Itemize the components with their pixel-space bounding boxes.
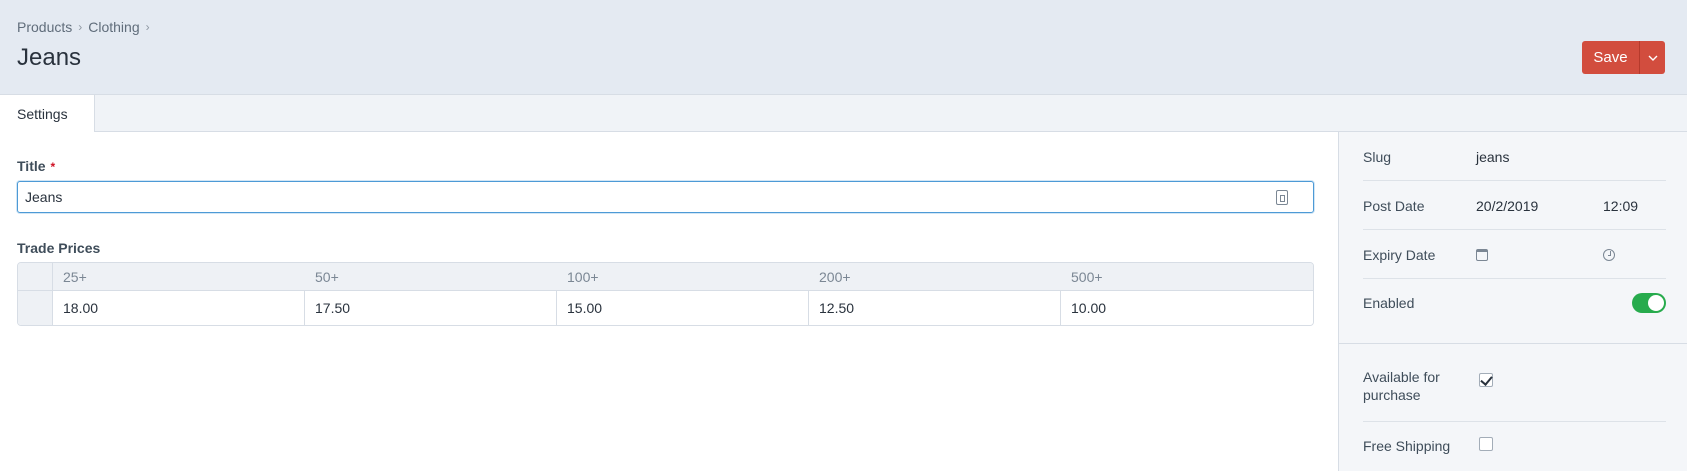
meta-row-expiry-date: Expiry Date	[1363, 230, 1666, 279]
tab-settings[interactable]: Settings	[0, 94, 95, 133]
breadcrumb-item-clothing[interactable]: Clothing	[88, 19, 139, 35]
table-row: 18.00 17.50 15.00 12.50 10.00	[18, 291, 1313, 325]
trade-prices-label: Trade Prices	[17, 240, 101, 256]
free-shipping-checkbox[interactable]	[1479, 437, 1493, 451]
field-info-icon[interactable]	[1276, 190, 1288, 205]
column-header: 100+	[567, 268, 599, 285]
required-indicator: *	[50, 160, 56, 174]
main-content: Title * Trade Prices 25+ 50+ 100+ 200+ 50…	[0, 132, 1338, 471]
post-date-value[interactable]: 20/2/2019	[1476, 198, 1538, 214]
save-options-button[interactable]	[1639, 41, 1665, 74]
trade-prices-table: 25+ 50+ 100+ 200+ 500+ 18.00 17.50 15.00…	[17, 262, 1314, 326]
page-title: Jeans	[17, 44, 82, 71]
clock-icon[interactable]	[1603, 249, 1615, 261]
available-label: Available for purchase	[1363, 369, 1440, 403]
post-date-label: Post Date	[1363, 198, 1425, 214]
free-shipping-label: Free Shipping	[1363, 438, 1451, 454]
breadcrumb: Products › Clothing ›	[17, 19, 156, 35]
page-header: Products › Clothing › Jeans Save	[0, 0, 1687, 95]
calendar-icon[interactable]	[1476, 249, 1488, 261]
column-header: 500+	[1071, 268, 1103, 285]
breadcrumb-item-products[interactable]: Products	[17, 19, 72, 35]
save-button[interactable]: Save	[1582, 41, 1639, 74]
meta-row-slug: Slug jeans	[1363, 132, 1666, 181]
meta-row-post-date: Post Date 20/2/2019 12:09	[1363, 181, 1666, 230]
table-header-row: 25+ 50+ 100+ 200+ 500+	[18, 263, 1313, 291]
meta-row-enabled: Enabled	[1363, 279, 1666, 328]
row-drag-handle[interactable]	[18, 291, 53, 325]
tab-bar: Settings	[0, 94, 1687, 133]
slug-label: Slug	[1363, 149, 1392, 165]
row-handle-header	[18, 263, 53, 290]
chevron-down-icon	[1648, 55, 1657, 61]
title-field-label: Title *	[17, 158, 55, 174]
meta-row-free-shipping: Free Shipping	[1363, 422, 1666, 471]
expiry-date-label: Expiry Date	[1363, 247, 1436, 263]
price-cell[interactable]: 18.00	[53, 291, 305, 325]
column-header: 25+	[63, 268, 87, 285]
meta-sidebar: Slug jeans Post Date 20/2/2019 12:09 Exp…	[1338, 132, 1687, 471]
sidebar-divider	[1339, 343, 1687, 344]
column-header: 50+	[315, 268, 339, 285]
title-label-text: Title	[17, 158, 46, 174]
price-cell[interactable]: 10.00	[1061, 291, 1313, 325]
column-header: 200+	[819, 268, 851, 285]
price-cell[interactable]: 15.00	[557, 291, 809, 325]
title-input-wrapper	[17, 181, 1314, 213]
save-button-group: Save	[1582, 41, 1665, 74]
price-cell[interactable]: 12.50	[809, 291, 1061, 325]
breadcrumb-separator: ›	[145, 20, 150, 34]
meta-row-available: Available for purchase	[1363, 351, 1666, 422]
price-cell[interactable]: 17.50	[305, 291, 557, 325]
enabled-label: Enabled	[1363, 295, 1415, 311]
post-time-value[interactable]: 12:09	[1603, 198, 1638, 214]
title-input[interactable]	[18, 182, 1258, 212]
enabled-toggle[interactable]	[1632, 293, 1666, 313]
breadcrumb-separator: ›	[78, 20, 83, 34]
available-checkbox[interactable]	[1479, 373, 1493, 387]
slug-value[interactable]: jeans	[1476, 149, 1509, 165]
